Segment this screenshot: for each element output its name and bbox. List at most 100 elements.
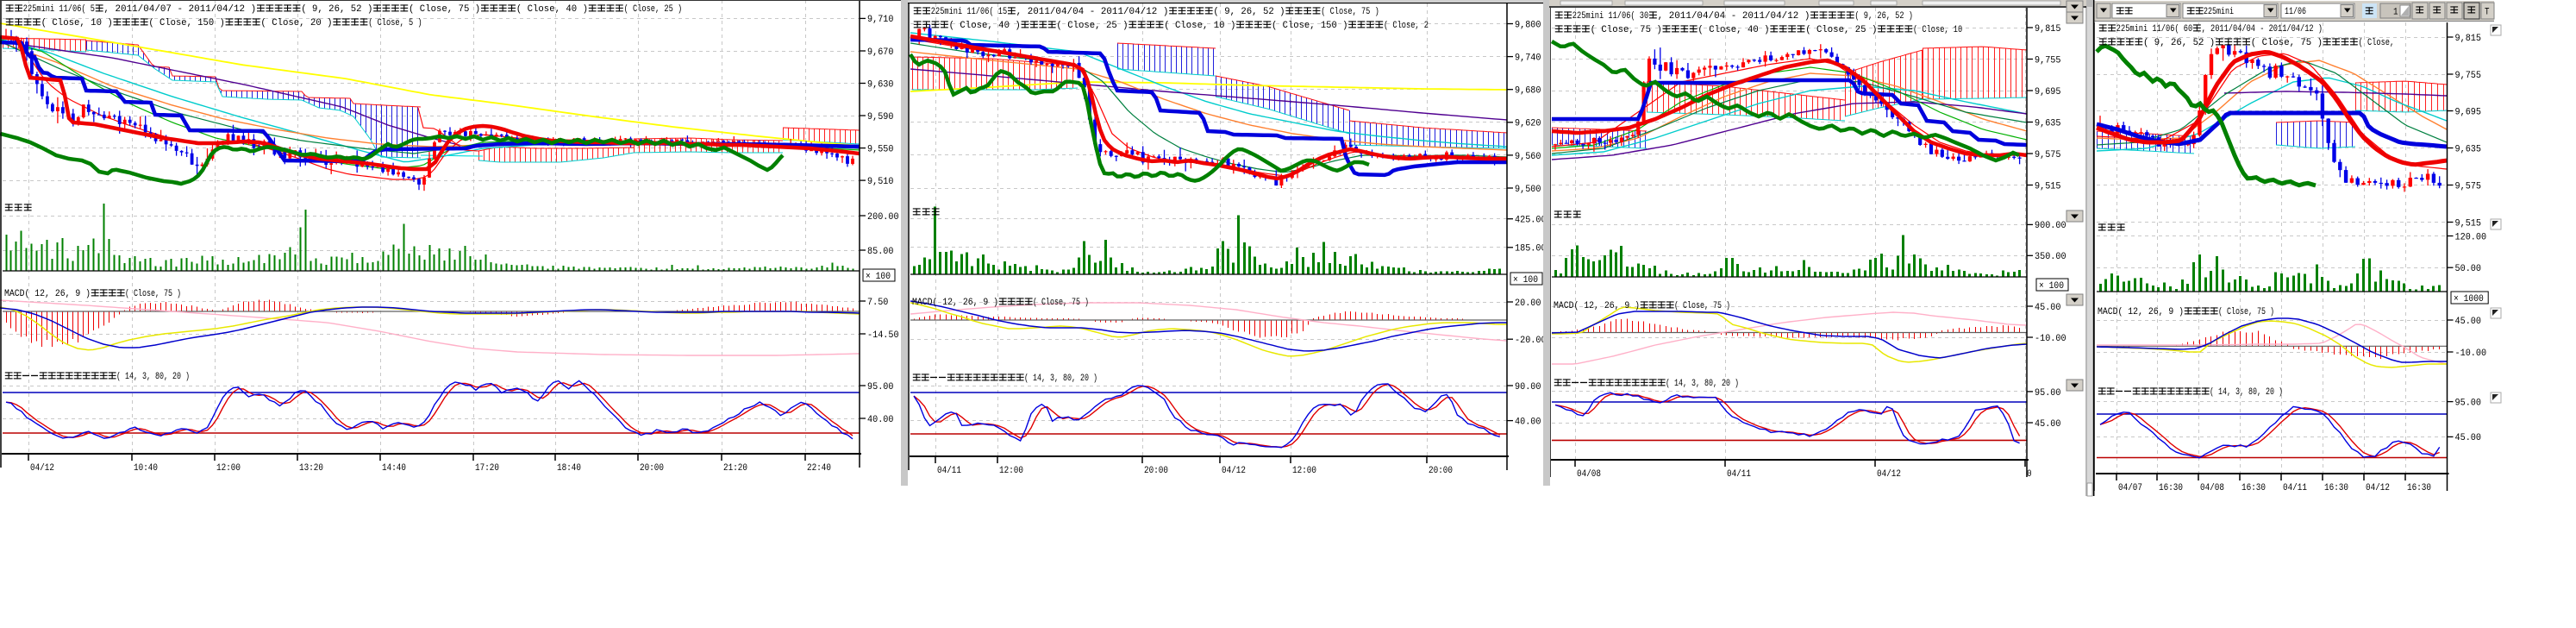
- svg-text:225mini 11/06( 5: 225mini 11/06( 5: [23, 4, 95, 15]
- svg-text:04/11: 04/11: [1727, 469, 1751, 480]
- svg-text:( 9, 26, 52 ): ( 9, 26, 52 ): [1213, 7, 1285, 17]
- svg-text:9,635: 9,635: [2455, 144, 2482, 154]
- svg-text:( Close, 25 ): ( Close, 25 ): [624, 4, 683, 15]
- svg-text:10:40: 10:40: [134, 463, 158, 474]
- svg-text:9,560: 9,560: [1515, 152, 1541, 162]
- svg-text:9,630: 9,630: [867, 79, 894, 90]
- svg-text:-20.00: -20.00: [1515, 336, 1547, 346]
- svg-text:( 14, 3, 80, 20 ): ( 14, 3, 80, 20 ): [2210, 387, 2283, 398]
- svg-text:7.50: 7.50: [867, 298, 888, 308]
- svg-text:225mini 11/06( 60: 225mini 11/06( 60: [2116, 24, 2192, 35]
- svg-text:-14.50: -14.50: [867, 330, 899, 341]
- svg-text:9,515: 9,515: [2455, 218, 2482, 229]
- svg-text:425.00: 425.00: [1515, 216, 1547, 226]
- svg-text:9,815: 9,815: [2455, 34, 2482, 44]
- svg-text:45.00: 45.00: [2455, 317, 2482, 327]
- svg-text:( Close, 20 ): ( Close, 20 ): [260, 18, 332, 28]
- svg-text:( Close, 40 ): ( Close, 40 ): [949, 21, 1021, 31]
- svg-text:× 100: × 100: [2039, 281, 2064, 292]
- svg-text:350.00: 350.00: [2035, 252, 2066, 262]
- svg-text:22:40: 22:40: [807, 463, 831, 474]
- svg-text:04/12: 04/12: [30, 463, 54, 474]
- svg-text:04/11: 04/11: [937, 466, 961, 476]
- svg-text:MACD( 12, 26, 9 ): MACD( 12, 26, 9 ): [2098, 307, 2184, 317]
- svg-text:( 9, 26, 52 ): ( 9, 26, 52 ): [2143, 38, 2215, 48]
- svg-text:9,755: 9,755: [2035, 55, 2061, 66]
- svg-text:( 9, 26, 52 ): ( 9, 26, 52 ): [301, 4, 372, 15]
- svg-text:( Close, 75 ): ( Close, 75 ): [409, 4, 480, 15]
- svg-text:12:00: 12:00: [216, 463, 241, 474]
- svg-text:9,635: 9,635: [2035, 118, 2061, 129]
- svg-text:21:20: 21:20: [723, 463, 747, 474]
- svg-text:04/12: 04/12: [1877, 469, 1901, 480]
- svg-text:( Close, 25 ): ( Close, 25 ): [1056, 21, 1128, 31]
- svg-text:9,510: 9,510: [867, 177, 894, 187]
- svg-text:11/06: 11/06: [2285, 7, 2306, 17]
- svg-text:9,550: 9,550: [867, 144, 894, 154]
- svg-text:1: 1: [2393, 7, 2398, 17]
- svg-text:20:00: 20:00: [640, 463, 664, 474]
- svg-text:12:00: 12:00: [999, 466, 1023, 476]
- svg-text:20.00: 20.00: [1515, 298, 1541, 309]
- svg-text:9,620: 9,620: [1515, 119, 1541, 129]
- svg-text:185.00: 185.00: [1515, 244, 1547, 254]
- svg-text:, 2011/04/04 - 2011/04/12 ): , 2011/04/04 - 2011/04/12 ): [2202, 24, 2323, 35]
- svg-text:( Close, 75 ): ( Close, 75 ): [2218, 307, 2274, 317]
- svg-text:( 14, 3, 80, 20 ): ( 14, 3, 80, 20 ): [1666, 379, 1739, 389]
- svg-text:95.00: 95.00: [2455, 399, 2482, 409]
- svg-text:0: 0: [2027, 469, 2032, 480]
- svg-text:18:40: 18:40: [557, 463, 581, 474]
- svg-text:95.00: 95.00: [867, 382, 894, 392]
- svg-text:( Close, 25 ): ( Close, 25 ): [1805, 25, 1877, 35]
- svg-text:( Close,: ( Close,: [2359, 38, 2395, 48]
- svg-text:-10.00: -10.00: [2035, 334, 2066, 344]
- svg-text:40.00: 40.00: [1515, 418, 1541, 428]
- svg-text:( 14, 3, 80, 20 ): ( 14, 3, 80, 20 ): [116, 372, 190, 382]
- svg-text:900.00: 900.00: [2035, 221, 2066, 231]
- svg-text:( Close, 75 ): ( Close, 75 ): [2251, 38, 2323, 48]
- svg-text:9,800: 9,800: [1515, 20, 1541, 30]
- svg-text:85.00: 85.00: [867, 247, 894, 257]
- svg-text:225mini 11/06( 30: 225mini 11/06( 30: [1572, 11, 1648, 22]
- svg-text:04/11: 04/11: [2283, 483, 2307, 493]
- svg-text:9,695: 9,695: [2455, 107, 2482, 117]
- svg-text:( Close, 150 ): ( Close, 150 ): [1272, 21, 1347, 31]
- svg-text:9,815: 9,815: [2035, 24, 2061, 35]
- svg-text:50.00: 50.00: [2455, 264, 2482, 274]
- svg-text:20:00: 20:00: [1429, 466, 1453, 476]
- svg-text:( 14, 3, 80, 20 ): ( 14, 3, 80, 20 ): [1024, 374, 1097, 384]
- svg-text:MACD( 12, 26, 9 ): MACD( 12, 26, 9 ): [912, 298, 998, 308]
- svg-text:, 2011/04/04 - 2011/04/12 ): , 2011/04/04 - 2011/04/12 ): [1016, 7, 1169, 17]
- svg-text:12:00: 12:00: [1292, 466, 1316, 476]
- svg-text:40.00: 40.00: [867, 415, 894, 425]
- svg-text:, 2011/04/04 - 2011/04/12 ): , 2011/04/04 - 2011/04/12 ): [1658, 11, 1810, 22]
- svg-text:( Close, 75 ): ( Close, 75 ): [125, 289, 181, 299]
- svg-text:( Close, 40 ): ( Close, 40 ): [1698, 25, 1769, 35]
- svg-text:( Close, 10: ( Close, 10: [1913, 25, 1962, 35]
- svg-text:14:40: 14:40: [382, 463, 406, 474]
- svg-text:16:30: 16:30: [2407, 483, 2431, 493]
- svg-text:( Close, 75 ): ( Close, 75 ): [1674, 301, 1730, 311]
- svg-text:9,515: 9,515: [2035, 181, 2061, 192]
- svg-text:( Close, 2: ( Close, 2: [1384, 21, 1429, 31]
- svg-text:16:30: 16:30: [2159, 483, 2183, 493]
- svg-text:9,680: 9,680: [1515, 86, 1541, 97]
- svg-text:× 100: × 100: [1513, 275, 1538, 286]
- svg-text:16:30: 16:30: [2241, 483, 2266, 493]
- svg-text:× 1000: × 1000: [2454, 294, 2484, 305]
- svg-text:9,590: 9,590: [867, 112, 894, 122]
- svg-text:( 9, 26, 52 ): ( 9, 26, 52 ): [1854, 11, 1913, 22]
- svg-text:( Close, 5 ): ( Close, 5 ): [368, 18, 422, 28]
- svg-text:95.00: 95.00: [2035, 388, 2061, 399]
- svg-text:20:00: 20:00: [1144, 466, 1168, 476]
- svg-text:( Close, 10 ): ( Close, 10 ): [1164, 21, 1235, 31]
- svg-text:45.00: 45.00: [2035, 303, 2061, 313]
- svg-text:( Close, 150 ): ( Close, 150 ): [148, 18, 224, 28]
- svg-text:9,695: 9,695: [2035, 87, 2061, 97]
- svg-text:9,740: 9,740: [1515, 53, 1541, 63]
- svg-text:04/07: 04/07: [2118, 483, 2142, 493]
- svg-text:( Close, 40 ): ( Close, 40 ): [516, 4, 588, 15]
- svg-text:04/08: 04/08: [2200, 483, 2224, 493]
- svg-text:13:20: 13:20: [299, 463, 323, 474]
- svg-text:9,575: 9,575: [2455, 181, 2482, 192]
